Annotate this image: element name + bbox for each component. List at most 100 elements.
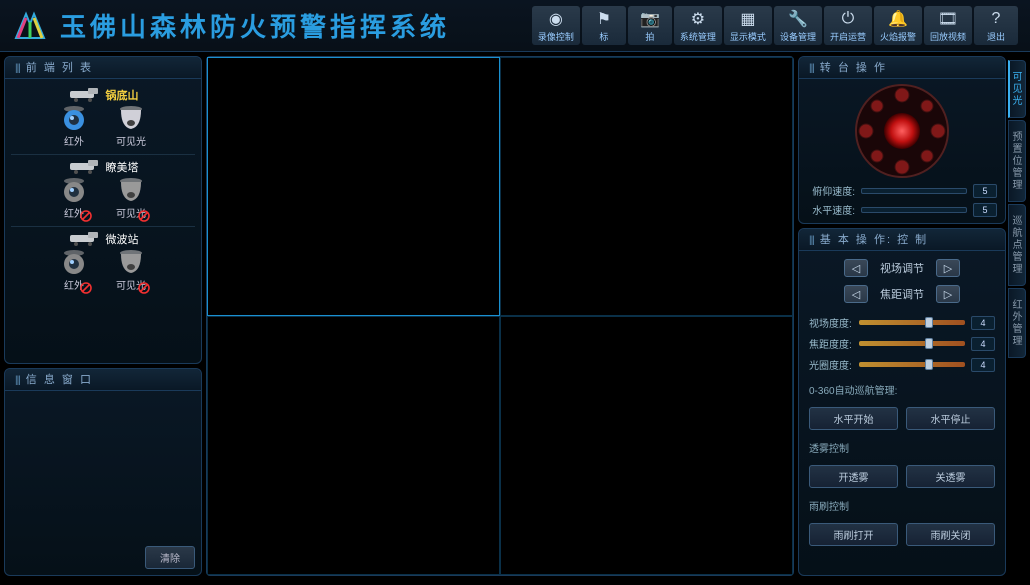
clear-button[interactable]: 清除 [145, 546, 195, 569]
grid-icon: ▦ [737, 8, 759, 30]
open-icon: ⏻ [837, 8, 859, 30]
top-btn-label: 开启运营 [830, 30, 866, 43]
top-btn-4[interactable]: ▦显示模式 [724, 6, 772, 45]
forbidden-icon [138, 282, 150, 294]
video-cell-3[interactable] [207, 316, 500, 575]
slider[interactable] [859, 341, 965, 346]
vehicle-icon [68, 232, 100, 246]
slider[interactable] [859, 362, 965, 367]
decrease-button[interactable]: ◁ [844, 259, 868, 277]
top-btn-3[interactable]: ⚙系统管理 [674, 6, 722, 45]
ptz-joystick[interactable] [854, 83, 950, 179]
device-row[interactable]: 瞭美塔 红外 可见光 [11, 155, 195, 227]
ball-camera-icon [60, 249, 88, 275]
ball-camera-icon [60, 105, 88, 131]
question-icon: ? [985, 8, 1007, 30]
side-tab[interactable]: 可见光 [1008, 60, 1026, 118]
ir-camera[interactable]: 红外 [60, 249, 88, 292]
forbidden-icon [138, 210, 150, 222]
pan-speed-slider[interactable] [861, 207, 967, 213]
top-btn-label: 拍 [645, 30, 654, 43]
basic-control-panel: 基 本 操 作: 控 制 ◁ 视场调节 ▷ ◁ 焦距调节 ▷ 视场度度: 4 焦距度度… [798, 228, 1006, 576]
op-button[interactable]: 雨刷关闭 [906, 523, 995, 546]
video-cell-2[interactable] [500, 57, 793, 316]
slider-value: 4 [971, 358, 995, 372]
top-btn-9[interactable]: ?退出 [974, 6, 1018, 45]
device-row[interactable]: 锅底山 红外 可见光 [11, 83, 195, 155]
vehicle-icon [68, 160, 100, 174]
camera-icon: 📷 [639, 8, 661, 30]
info-body [5, 391, 201, 540]
app-header: 玉佛山森林防火预警指挥系统 ◉录像控制⚑标📷拍⚙系统管理▦显示模式🔧设备管理⏻开… [0, 0, 1030, 52]
adjust-label: 视场调节 [874, 260, 930, 276]
side-tab[interactable]: 红外管理 [1008, 288, 1026, 358]
section-label: 雨刷控制 [809, 498, 995, 513]
side-tab[interactable]: 预置位管理 [1008, 120, 1026, 202]
app-title: 玉佛山森林防火预警指挥系统 [60, 7, 532, 44]
top-btn-7[interactable]: 🔔火焰报警 [874, 6, 922, 45]
info-panel-title: 信 息 窗 口 [5, 369, 201, 391]
op-button[interactable]: 开透雾 [809, 465, 898, 488]
pan-speed-label: 水平速度: [807, 202, 855, 217]
gear-icon: ⚙ [687, 8, 709, 30]
top-btn-0[interactable]: ◉录像控制 [532, 6, 580, 45]
vehicle-icon [68, 88, 100, 102]
op-button[interactable]: 关透雾 [906, 465, 995, 488]
op-button[interactable]: 雨刷打开 [809, 523, 898, 546]
info-panel: 信 息 窗 口 清除 [4, 368, 202, 576]
slider[interactable] [859, 320, 965, 325]
slider-label: 光圈度度: [809, 357, 853, 372]
visible-camera[interactable]: 可见光 [116, 105, 146, 148]
tilt-speed-slider[interactable] [861, 188, 967, 194]
top-btn-5[interactable]: 🔧设备管理 [774, 6, 822, 45]
top-btn-label: 标 [599, 30, 608, 43]
slider-label: 视场度度: [809, 315, 853, 330]
ir-label: 红外 [64, 133, 84, 148]
globe-icon: ◉ [545, 8, 567, 30]
top-btn-2[interactable]: 📷拍 [628, 6, 672, 45]
film-icon: 🎞 [937, 8, 959, 30]
basic-title: 基 本 操 作: 控 制 [799, 229, 1005, 251]
device-name: 微波站 [106, 231, 139, 247]
slider-label: 焦距度度: [809, 336, 853, 351]
device-name: 锅底山 [106, 87, 139, 103]
ball-camera-icon [60, 177, 88, 203]
dome-camera-icon [117, 105, 145, 131]
top-btn-6[interactable]: ⏻开启运营 [824, 6, 872, 45]
device-list-panel: 前 端 列 表 锅底山 红外 可见光 瞭美塔 [4, 56, 202, 364]
section-label: 透雾控制 [809, 440, 995, 455]
video-grid [206, 56, 794, 576]
tilt-speed-label: 俯仰速度: [807, 183, 855, 198]
siren-icon: 🔔 [887, 8, 909, 30]
forbidden-icon [80, 282, 92, 294]
top-toolbar: ◉录像控制⚑标📷拍⚙系统管理▦显示模式🔧设备管理⏻开启运营🔔火焰报警🎞回放视频?… [532, 6, 1018, 45]
op-button[interactable]: 水平开始 [809, 407, 898, 430]
side-tab[interactable]: 巡航点管理 [1008, 204, 1026, 286]
tilt-speed-value: 5 [973, 184, 997, 198]
decrease-button[interactable]: ◁ [844, 285, 868, 303]
ir-camera[interactable]: 红外 [60, 177, 88, 220]
visible-camera[interactable]: 可见光 [116, 177, 146, 220]
slider-value: 4 [971, 337, 995, 351]
video-cell-1[interactable] [207, 57, 500, 316]
visible-camera[interactable]: 可见光 [116, 249, 146, 292]
slider-value: 4 [971, 316, 995, 330]
top-btn-1[interactable]: ⚑标 [582, 6, 626, 45]
increase-button[interactable]: ▷ [936, 285, 960, 303]
op-button[interactable]: 水平停止 [906, 407, 995, 430]
forbidden-icon [80, 210, 92, 222]
increase-button[interactable]: ▷ [936, 259, 960, 277]
top-btn-label: 系统管理 [680, 30, 716, 43]
flag-icon: ⚑ [593, 8, 615, 30]
video-cell-4[interactable] [500, 316, 793, 575]
device-row[interactable]: 微波站 红外 可见光 [11, 227, 195, 298]
dome-camera-icon [117, 249, 145, 275]
dome-camera-icon [117, 177, 145, 203]
wrench-icon: 🔧 [787, 8, 809, 30]
top-btn-8[interactable]: 🎞回放视频 [924, 6, 972, 45]
top-btn-label: 退出 [987, 30, 1005, 43]
top-btn-label: 录像控制 [538, 30, 574, 43]
top-btn-label: 回放视频 [930, 30, 966, 43]
adjust-label: 焦距调节 [874, 286, 930, 302]
ir-camera[interactable]: 红外 [60, 105, 88, 148]
